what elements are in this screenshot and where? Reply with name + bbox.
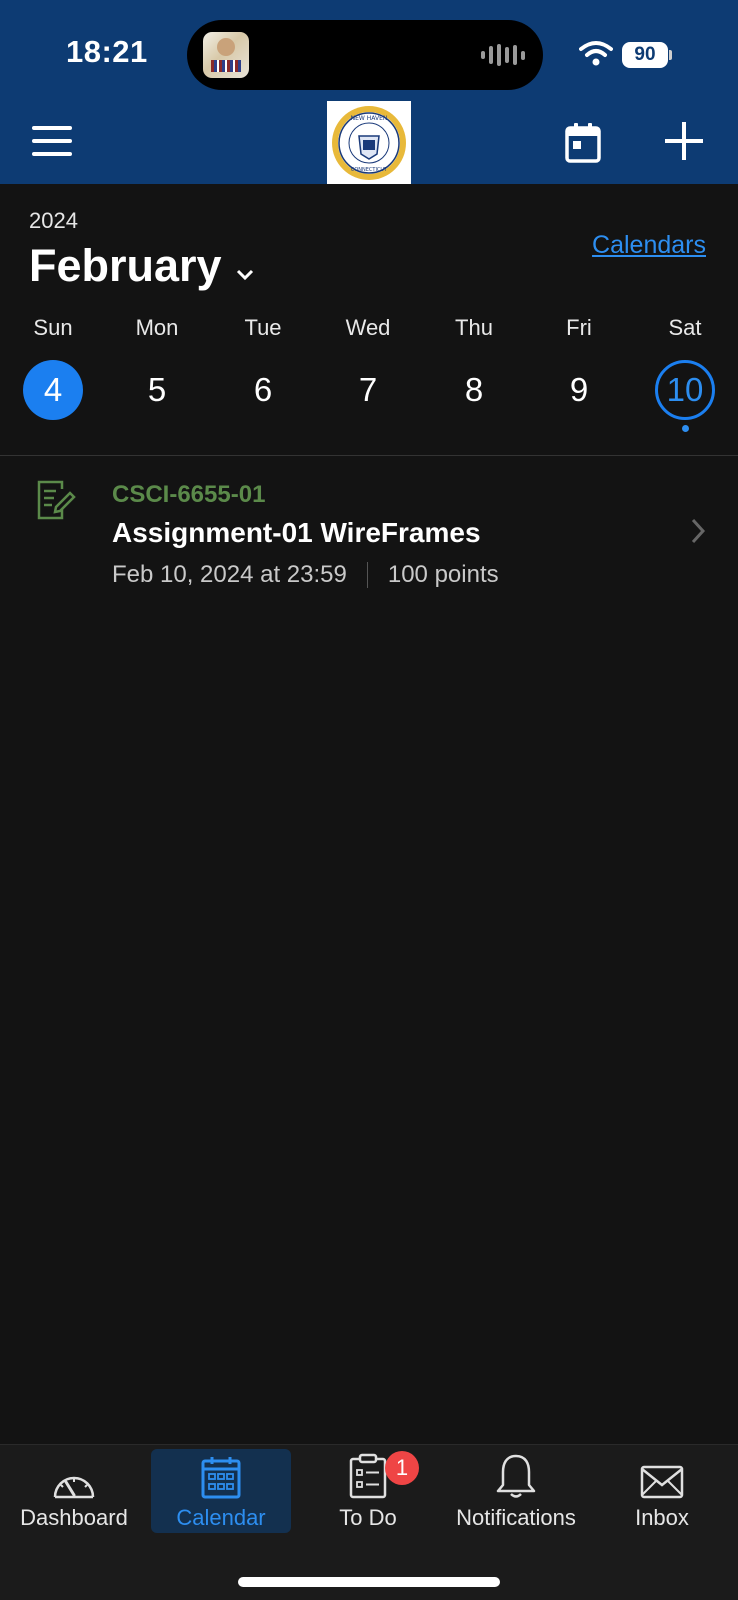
- event-title: Assignment-01 WireFrames: [112, 517, 481, 548]
- tab-label: Notifications: [456, 1505, 576, 1530]
- event-meta: Feb 10, 2024 at 23:59 100 points: [112, 561, 499, 589]
- event-points: 100 points: [387, 561, 499, 588]
- day-column-thu: Thu 8: [421, 312, 527, 420]
- university-logo: NEW HAVEN CONNECTICUT: [327, 101, 411, 184]
- dynamic-island[interactable]: [187, 20, 543, 90]
- weekday-label: Tue: [244, 315, 282, 340]
- battery-cap: [669, 50, 672, 60]
- tab-notifications[interactable]: Notifications: [443, 1449, 589, 1533]
- tab-label: To Do: [339, 1505, 397, 1530]
- day-column-tue: Tue 6: [210, 312, 316, 420]
- tab-label: Dashboard: [20, 1505, 128, 1530]
- audio-waveform-icon: [481, 44, 525, 66]
- meta-separator: [366, 562, 368, 588]
- svg-text:NEW HAVEN: NEW HAVEN: [351, 115, 388, 122]
- mail-icon: [612, 1449, 712, 1499]
- battery-indicator: 90: [622, 42, 668, 68]
- now-playing-artwork: [203, 32, 249, 78]
- day-cell[interactable]: 5: [127, 360, 187, 420]
- calendar-today-button[interactable]: [565, 123, 601, 168]
- wifi-icon: [579, 40, 613, 71]
- dashboard-icon: [14, 1449, 134, 1499]
- menu-button[interactable]: [32, 126, 72, 158]
- tab-inbox[interactable]: Inbox: [612, 1449, 712, 1533]
- chevron-down-icon: [236, 240, 254, 292]
- todo-count-badge: 1: [385, 1451, 419, 1485]
- weekday-label: Thu: [455, 315, 493, 340]
- event-list-item[interactable]: CSCI-6655-01 Assignment-01 WireFrames Fe…: [0, 465, 738, 605]
- event-dot-indicator: [681, 425, 689, 432]
- calendars-link[interactable]: Calendars: [592, 231, 706, 260]
- day-column-fri: Fri 9: [526, 312, 632, 420]
- month-label: February: [29, 240, 222, 291]
- tab-dashboard[interactable]: Dashboard: [14, 1449, 134, 1533]
- assignment-icon: [36, 479, 76, 526]
- year-label: 2024: [29, 208, 78, 233]
- weekday-label: Sat: [668, 315, 702, 340]
- day-cell-selected[interactable]: 4: [23, 360, 83, 420]
- divider: [0, 455, 738, 456]
- tab-calendar[interactable]: Calendar: [151, 1449, 291, 1533]
- day-cell[interactable]: 7: [338, 360, 398, 420]
- bell-icon: [443, 1449, 589, 1499]
- home-indicator[interactable]: [238, 1577, 500, 1587]
- tab-label: Inbox: [635, 1505, 689, 1530]
- add-event-button[interactable]: [664, 121, 704, 166]
- day-column-sat: Sat 10: [632, 312, 738, 432]
- chevron-right-icon: [690, 517, 706, 550]
- weekday-label: Fri: [566, 315, 592, 340]
- day-column-wed: Wed 7: [315, 312, 421, 420]
- bottom-tab-bar: Dashboard Calendar To Do 1 Notifications…: [0, 1444, 738, 1600]
- event-due-date: Feb 10, 2024 at 23:59: [112, 561, 347, 588]
- svg-text:CONNECTICUT: CONNECTICUT: [351, 167, 388, 173]
- weekday-label: Mon: [135, 315, 179, 340]
- day-cell[interactable]: 9: [549, 360, 609, 420]
- day-cell-today[interactable]: 10: [655, 360, 715, 420]
- weekday-label: Wed: [345, 315, 391, 340]
- status-time: 18:21: [66, 34, 148, 69]
- day-cell[interactable]: 6: [233, 360, 293, 420]
- week-strip: Sun 4 Mon 5 Tue 6 Wed 7 Thu 8 Fri 9 Sat …: [0, 312, 738, 452]
- day-column-sun: Sun 4: [0, 312, 106, 420]
- tab-label: Calendar: [176, 1505, 266, 1530]
- top-bar: 18:21 90 NEW HAVEN CONNECTICUT: [0, 0, 738, 184]
- month-picker[interactable]: February: [29, 240, 254, 292]
- event-course-code: CSCI-6655-01: [112, 481, 266, 508]
- day-cell[interactable]: 8: [444, 360, 504, 420]
- calendar-icon: [151, 1449, 291, 1499]
- weekday-label: Sun: [33, 315, 73, 340]
- day-column-mon: Mon 5: [104, 312, 210, 420]
